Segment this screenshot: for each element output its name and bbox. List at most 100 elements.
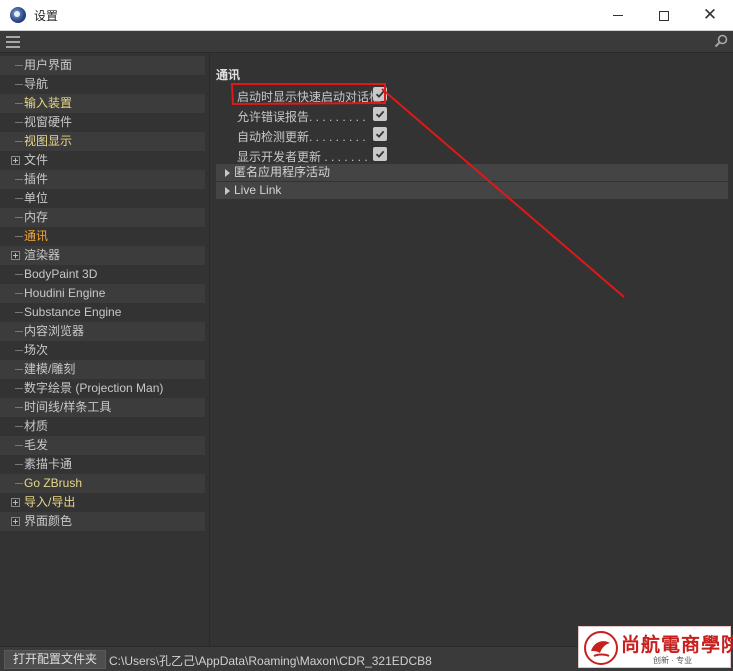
sidebar-item[interactable]: 视图显示 bbox=[0, 132, 205, 151]
tree-branch-line bbox=[15, 483, 23, 484]
sidebar-item[interactable]: 文件 bbox=[0, 151, 205, 170]
search-icon[interactable] bbox=[714, 34, 728, 48]
sidebar-item-label: BodyPaint 3D bbox=[24, 267, 98, 281]
open-config-folder-button[interactable]: 打开配置文件夹 bbox=[4, 650, 107, 669]
sidebar-item[interactable]: 渲染器 bbox=[0, 246, 205, 265]
sidebar-item[interactable]: 材质 bbox=[0, 417, 205, 436]
collapsible-group-header[interactable]: Live Link bbox=[216, 182, 728, 199]
sidebar-item[interactable]: 视窗硬件 bbox=[0, 113, 205, 132]
sidebar-item-label: 内容浏览器 bbox=[24, 324, 85, 338]
hamburger-menu-icon[interactable] bbox=[6, 36, 20, 48]
option-checkbox[interactable] bbox=[373, 87, 387, 101]
tree-branch-line bbox=[15, 464, 23, 465]
sidebar-item-label: 数字绘景 (Projection Man) bbox=[24, 381, 164, 395]
title-bar: 设置 ✕ bbox=[0, 0, 733, 31]
sidebar-item[interactable]: Substance Engine bbox=[0, 303, 205, 322]
sidebar-item-label: 单位 bbox=[24, 191, 49, 205]
sidebar-item[interactable]: 毛发 bbox=[0, 436, 205, 455]
watermark-subtext: 创新 · 专业 bbox=[653, 656, 693, 665]
sidebar-item-label: Houdini Engine bbox=[24, 286, 106, 300]
window-title: 设置 bbox=[34, 8, 59, 23]
maximize-button[interactable] bbox=[641, 0, 687, 31]
tree-branch-line bbox=[15, 350, 23, 351]
option-checkbox[interactable] bbox=[373, 107, 387, 121]
sidebar-item-label: 文件 bbox=[24, 153, 49, 167]
sidebar-item[interactable]: 界面颜色 bbox=[0, 512, 205, 531]
option-label: 显示开发者更新 . . . . . . . bbox=[237, 150, 368, 164]
tree-branch-line bbox=[15, 141, 23, 142]
expand-triangle-icon bbox=[225, 169, 230, 177]
watermark-logo: 尚航電商學院 创新 · 专业 bbox=[578, 626, 733, 668]
tree-branch-line bbox=[15, 445, 23, 446]
tree-branch-line bbox=[15, 369, 23, 370]
sidebar-item-label: 建模/雕刻 bbox=[24, 362, 76, 376]
sidebar-item[interactable]: 单位 bbox=[0, 189, 205, 208]
logo-emblem-icon bbox=[584, 631, 618, 665]
tree-branch-line bbox=[15, 122, 23, 123]
sidebar-item[interactable]: Go ZBrush bbox=[0, 474, 205, 493]
tree-branch-line bbox=[15, 388, 23, 389]
group-label: Live Link bbox=[234, 183, 282, 197]
option-row: 自动检测更新. . . . . . . . . bbox=[237, 126, 387, 144]
cinema4d-app-icon bbox=[10, 7, 26, 23]
section-title: 通讯 bbox=[216, 68, 241, 82]
tree-branch-line bbox=[15, 65, 23, 66]
sidebar-item[interactable]: 场次 bbox=[0, 341, 205, 360]
sidebar-item-label: 视图显示 bbox=[24, 134, 73, 148]
group-label: 匿名应用程序活动 bbox=[234, 165, 331, 179]
sidebar-item[interactable]: 导航 bbox=[0, 75, 205, 94]
sidebar-item-label: 毛发 bbox=[24, 438, 49, 452]
option-label: 允许错误报告. . . . . . . . . bbox=[237, 110, 366, 124]
sidebar-item-label: Go ZBrush bbox=[24, 476, 83, 490]
expand-plus-icon[interactable] bbox=[11, 251, 20, 260]
tree-branch-line bbox=[15, 217, 23, 218]
sidebar-item[interactable]: 内存 bbox=[0, 208, 205, 227]
maximize-icon bbox=[659, 10, 669, 21]
option-row: 启动时显示快速启动对话框 bbox=[237, 86, 387, 104]
sidebar-item[interactable]: 插件 bbox=[0, 170, 205, 189]
sidebar-item-label: 视窗硬件 bbox=[24, 115, 73, 129]
tree-branch-line bbox=[15, 426, 23, 427]
option-row: 显示开发者更新 . . . . . . . bbox=[237, 146, 387, 164]
sidebar-item-label: 插件 bbox=[24, 172, 49, 186]
settings-main-panel: 通讯 启动时显示快速启动对话框允许错误报告. . . . . . . . . 自动… bbox=[211, 54, 733, 646]
expand-plus-icon[interactable] bbox=[11, 517, 20, 526]
sidebar-item-label: 渲染器 bbox=[24, 248, 61, 262]
sidebar-item-label: 输入装置 bbox=[24, 96, 73, 110]
minimize-button[interactable] bbox=[595, 0, 641, 31]
sidebar-item[interactable]: 用户界面 bbox=[0, 56, 205, 75]
sidebar-item-label: 导入/导出 bbox=[24, 495, 76, 509]
checkmark-icon bbox=[375, 110, 385, 118]
sidebar-item[interactable]: 素描卡通 bbox=[0, 455, 205, 474]
sidebar-item[interactable]: 时间线/样条工具 bbox=[0, 398, 205, 417]
option-checkbox[interactable] bbox=[373, 127, 387, 141]
expand-plus-icon[interactable] bbox=[11, 498, 20, 507]
sidebar-item-label: 时间线/样条工具 bbox=[24, 400, 112, 414]
tree-branch-line bbox=[15, 236, 23, 237]
tree-branch-line bbox=[15, 103, 23, 104]
expand-triangle-icon bbox=[225, 187, 230, 195]
config-path: C:\Users\孔乙己\AppData\Roaming\Maxon\CDR_3… bbox=[109, 654, 432, 668]
sidebar-item-label: Substance Engine bbox=[24, 305, 122, 319]
sidebar-item[interactable]: 输入装置 bbox=[0, 94, 205, 113]
sidebar-item[interactable]: 通讯 bbox=[0, 227, 205, 246]
sidebar-item[interactable]: 导入/导出 bbox=[0, 493, 205, 512]
option-checkbox[interactable] bbox=[373, 147, 387, 161]
sidebar-item[interactable]: 建模/雕刻 bbox=[0, 360, 205, 379]
close-button[interactable]: ✕ bbox=[687, 0, 733, 31]
sidebar-item-label: 导航 bbox=[24, 77, 49, 91]
sidebar-item-label: 界面颜色 bbox=[24, 514, 73, 528]
tree-branch-line bbox=[15, 274, 23, 275]
checkmark-icon bbox=[375, 150, 385, 158]
sidebar-item-label: 内存 bbox=[24, 210, 49, 224]
close-icon: ✕ bbox=[702, 5, 718, 25]
sidebar-item-label: 材质 bbox=[24, 419, 49, 433]
sidebar-item[interactable]: Houdini Engine bbox=[0, 284, 205, 303]
tree-branch-line bbox=[15, 293, 23, 294]
sidebar-item[interactable]: BodyPaint 3D bbox=[0, 265, 205, 284]
sidebar-item-label: 场次 bbox=[24, 343, 49, 357]
expand-plus-icon[interactable] bbox=[11, 156, 20, 165]
sidebar-item[interactable]: 内容浏览器 bbox=[0, 322, 205, 341]
collapsible-group-header[interactable]: 匿名应用程序活动 bbox=[216, 164, 728, 181]
sidebar-item[interactable]: 数字绘景 (Projection Man) bbox=[0, 379, 205, 398]
